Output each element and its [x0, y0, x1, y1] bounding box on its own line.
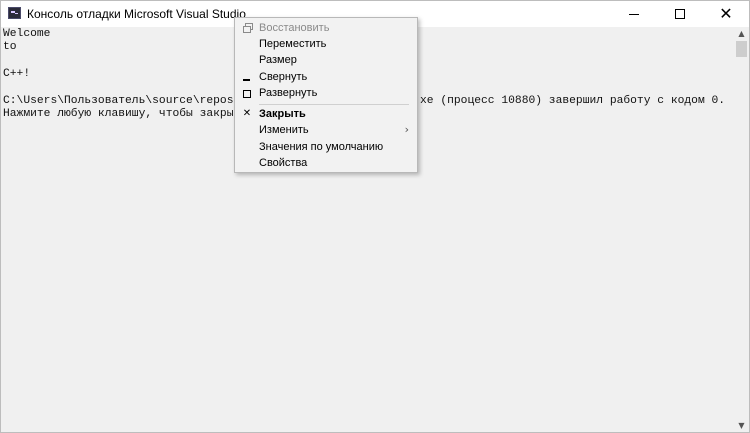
console-line: Welcome: [3, 28, 51, 40]
window-title: Консоль отладки Microsoft Visual Studio: [27, 7, 246, 21]
menu-item-label: Закрыть: [259, 108, 306, 120]
visual-studio-console-icon[interactable]: [8, 7, 21, 19]
menu-item-label: Изменить: [259, 124, 309, 136]
scroll-up-icon[interactable]: ▲: [734, 27, 749, 40]
console-line: C++!: [3, 68, 31, 80]
menu-item-restore[interactable]: Восстановить: [235, 20, 417, 36]
menu-item-defaults[interactable]: Значения по умолчанию: [235, 139, 417, 155]
console-line: C:\Users\Пользователь\source\repos\Wel: [3, 95, 261, 107]
maximize-button[interactable]: [657, 1, 703, 27]
menu-item-label: Свойства: [259, 157, 308, 169]
menu-item-size[interactable]: Размер: [235, 52, 417, 68]
minimize-button[interactable]: [611, 1, 657, 27]
close-icon: ✕: [242, 108, 252, 119]
close-button[interactable]: ✕: [703, 1, 749, 27]
system-menu: Восстановить Переместить Размер Свернуть…: [234, 17, 418, 173]
menu-item-label: Свернуть: [259, 71, 308, 83]
submenu-arrow-icon: ›: [404, 123, 409, 136]
menu-item-edit[interactable]: Изменить ›: [235, 122, 417, 138]
console-line: to: [3, 41, 17, 53]
menu-item-label: Значения по умолчанию: [259, 141, 384, 153]
menu-item-properties[interactable]: Свойства: [235, 155, 417, 171]
scroll-thumb[interactable]: [736, 41, 747, 57]
minimize-icon: [629, 13, 639, 15]
menu-item-label: Размер: [259, 54, 297, 66]
close-icon: ✕: [719, 4, 733, 23]
menu-item-label: Восстановить: [259, 22, 330, 34]
vertical-scrollbar[interactable]: ▲ ▼: [734, 27, 749, 432]
minimize-icon: [242, 70, 252, 84]
scroll-down-icon[interactable]: ▼: [734, 419, 749, 432]
menu-item-minimize[interactable]: Свернуть: [235, 69, 417, 85]
menu-item-move[interactable]: Переместить: [235, 36, 417, 52]
menu-item-maximize[interactable]: Развернуть: [235, 85, 417, 101]
console-line-tail: xe (процесс 10880) завершил работу с код…: [420, 95, 726, 107]
menu-item-label: Развернуть: [259, 87, 318, 99]
menu-item-close[interactable]: ✕ Закрыть: [235, 106, 417, 122]
console-line: Нажмите любую клавишу, чтобы закрыть э: [3, 108, 261, 120]
menu-separator: [259, 104, 409, 105]
restore-icon: [242, 21, 253, 35]
maximize-icon: [242, 86, 252, 100]
menu-item-label: Переместить: [259, 38, 327, 50]
maximize-icon: [675, 9, 685, 19]
